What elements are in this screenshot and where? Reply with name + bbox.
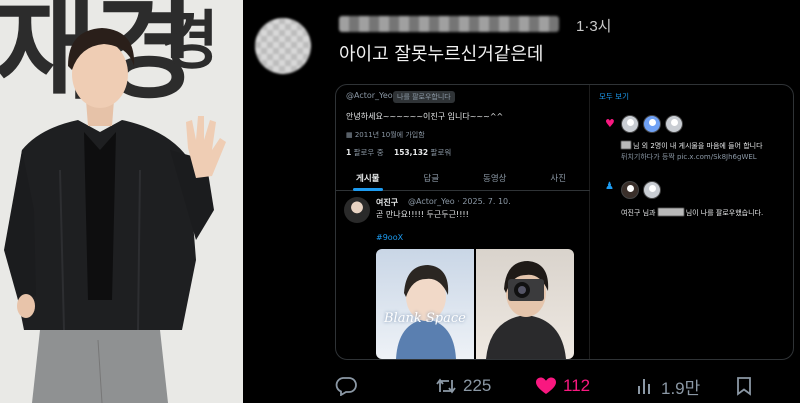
- follow-notification[interactable]: 여진구 님과 님이 나를 팔로우했습니다.: [621, 208, 763, 218]
- follow-suffix: 님이 나를 팔로우했습니다.: [685, 209, 764, 217]
- calendar-icon: ▦: [346, 131, 355, 139]
- like-notification[interactable]: 님 외 2명이 내 게시물을 마음에 들어 합니다 뒤치기하다가 등짝 pic.…: [621, 141, 791, 163]
- profile-handle: @Actor_Yeo: [346, 91, 393, 100]
- liker-avatar-2[interactable]: [643, 115, 661, 133]
- like-button[interactable]: 112: [535, 372, 590, 400]
- liked-heart-icon: [536, 377, 556, 394]
- view-count: 1.9만: [661, 378, 701, 398]
- profile-joined: ▦ 2011년 10월에 가입함: [346, 130, 425, 140]
- tab-posts[interactable]: 게시물: [336, 165, 400, 191]
- followers-label: 팔로워: [430, 148, 452, 157]
- portrait-illustration-1: [396, 265, 456, 359]
- tweet-text: 아이고 잘못누르신거같은데: [339, 44, 544, 65]
- following-count: 1: [346, 148, 352, 157]
- redacted-name: [621, 141, 631, 149]
- embedded-notifications: 모두 보기 ♥ 님 외 2명이 내 게시물을 마음에 들어 합니다 뒤치기하다가…: [591, 85, 793, 359]
- retweet-button[interactable]: 225: [435, 372, 491, 400]
- image-caption: Blank Space: [384, 311, 466, 326]
- post-image-2[interactable]: [476, 249, 574, 359]
- reply-icon: [335, 377, 357, 396]
- follow-notification-text: 님과: [642, 209, 656, 217]
- views-chart-icon: [638, 379, 650, 394]
- joined-text: 2011년 10월에 가입함: [354, 131, 425, 139]
- profile-stats: 1 팔로우 중 153,132 팔로워: [346, 147, 451, 158]
- liker-avatar-1[interactable]: [621, 115, 639, 133]
- tab-photos[interactable]: 사진: [527, 165, 591, 190]
- backdrop-text-right: 경: [160, 5, 219, 79]
- post-image-1[interactable]: Blank Space: [376, 249, 474, 359]
- following-label: 팔로우 중: [353, 148, 384, 157]
- tab-videos[interactable]: 동영상: [463, 165, 527, 190]
- person-icon: ♟: [605, 181, 614, 192]
- post-handle-date: @Actor_Yeo · 2025. 7. 10.: [408, 197, 511, 206]
- follower-avatar-1[interactable]: [621, 181, 639, 199]
- heart-icon: ♥: [605, 117, 615, 130]
- retweet-count: 225: [463, 376, 492, 395]
- post-avatar[interactable]: [344, 197, 370, 223]
- see-all-link[interactable]: 모두 보기: [599, 91, 629, 102]
- follower-avatar-2[interactable]: [643, 181, 661, 199]
- follow-name: 여진구: [621, 209, 641, 217]
- author-avatar-blurred[interactable]: [255, 18, 311, 74]
- tab-replies[interactable]: 답글: [400, 165, 464, 190]
- portrait-illustration-2: [486, 261, 566, 359]
- post-hashtag[interactable]: #9ooX: [376, 233, 403, 242]
- post-text: 곧 만나요!!!!! 두근두근!!!!: [376, 210, 469, 219]
- tweet-action-bar: 225 112 1.9만: [335, 372, 795, 400]
- reply-button[interactable]: [335, 372, 357, 400]
- profile-tabs: 게시물 답글 동영상 사진: [336, 165, 590, 191]
- post-author-name: 여진구: [376, 198, 399, 207]
- profile-bio: 안녕하세요~~~~~~이진구 입니다~~~^^: [346, 112, 504, 121]
- tweet-card: 1·3시 아이고 잘못누르신거같은데 @Actor_Yeo 나를 팔로우합니다 …: [243, 0, 800, 403]
- redacted-name-2: [657, 208, 684, 216]
- like-notification-text: 님 외 2명이 내 게시물을 마음에 들어 합니다: [633, 142, 763, 150]
- embedded-profile: @Actor_Yeo 나를 팔로우합니다 안녕하세요~~~~~~이진구 입니다~…: [336, 85, 590, 359]
- bookmark-button[interactable]: [735, 372, 753, 400]
- views-button[interactable]: 1.9만: [635, 372, 700, 400]
- like-count: 112: [563, 376, 591, 395]
- like-notification-link: 뒤치기하다가 등짝 pic.x.com/Sk8Jh6gWEL: [621, 153, 757, 161]
- tweet-time[interactable]: 1·3시: [576, 15, 611, 36]
- author-name-blurred[interactable]: [339, 16, 559, 32]
- liker-avatar-3[interactable]: [665, 115, 683, 133]
- bookmark-icon: [737, 377, 751, 396]
- event-photo: 재경 수빈 경: [0, 0, 243, 403]
- embedded-screenshot[interactable]: @Actor_Yeo 나를 팔로우합니다 안녕하세요~~~~~~이진구 입니다~…: [335, 84, 794, 360]
- followers-count: 153,132: [393, 148, 429, 157]
- follows-you-badge: 나를 팔로우합니다: [393, 91, 455, 103]
- retweet-icon: [436, 378, 456, 394]
